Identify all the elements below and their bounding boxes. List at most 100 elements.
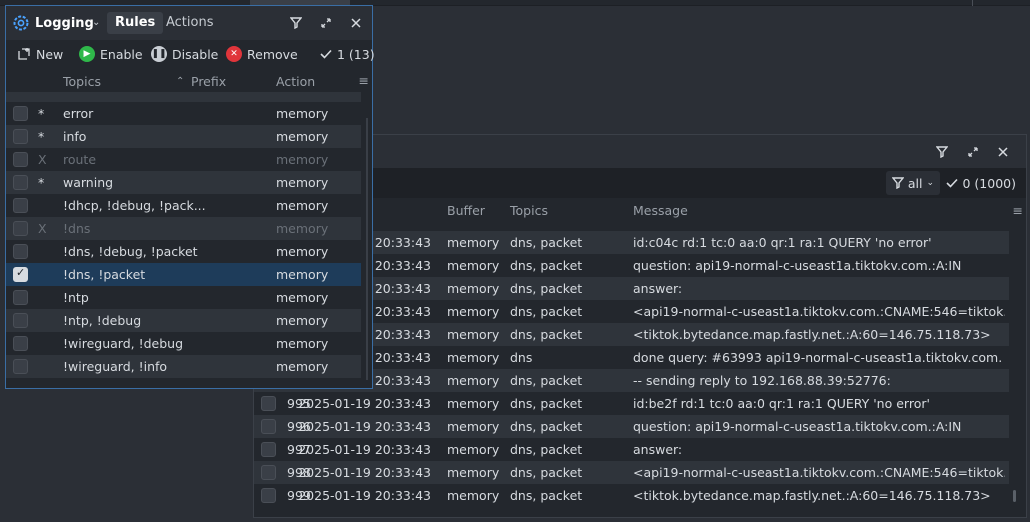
rule-row[interactable]: !wireguard, !info memory xyxy=(6,355,361,378)
disable-button[interactable]: ❚❚ Disable xyxy=(151,45,218,63)
row-buffer: memory xyxy=(447,304,500,319)
column-topics[interactable]: Topics xyxy=(63,74,101,89)
rules-toolbar: New ▶ Enable ❚❚ Disable ✕ Remove 1 (13) xyxy=(6,40,375,68)
table-row[interactable]: 996 2025-01-19 20:33:43 memory dns, packet q… xyxy=(254,415,1009,438)
row-checkbox[interactable] xyxy=(13,336,28,351)
row-topics: dns, packet xyxy=(510,304,583,319)
window-title: Logging xyxy=(35,16,94,31)
column-buffer[interactable]: Buffer xyxy=(447,203,485,218)
new-icon xyxy=(18,48,30,60)
row-checkbox[interactable] xyxy=(13,313,28,328)
rule-row[interactable]: !dns, !debug, !packet memory xyxy=(6,240,361,263)
rule-row[interactable]: !dhcp, !debug, !pack... memory xyxy=(6,194,361,217)
row-checkbox[interactable] xyxy=(13,359,28,374)
enable-button[interactable]: ▶ Enable xyxy=(79,45,143,63)
row-checkbox[interactable] xyxy=(13,129,28,144)
remove-button[interactable]: ✕ Remove xyxy=(226,45,298,63)
rule-row[interactable]: X !dns memory xyxy=(6,217,361,240)
chevron-down-icon[interactable]: ⌄ xyxy=(92,17,100,28)
log-scrollbar[interactable] xyxy=(1013,490,1016,502)
rules-window-titlebar[interactable]: Logging ⌄ Rules Actions xyxy=(6,6,372,40)
rule-row[interactable]: * warning memory xyxy=(6,171,361,194)
row-topics: dns, packet xyxy=(510,235,583,250)
table-row[interactable]: 999 2025-01-19 20:33:43 memory dns, packet <… xyxy=(254,484,1009,507)
column-menu-icon[interactable]: ≡ xyxy=(359,73,369,88)
restore-icon[interactable] xyxy=(316,13,336,33)
row-buffer: memory xyxy=(447,488,500,503)
rule-row[interactable]: !dns, !packet memory xyxy=(6,263,361,286)
row-checkbox[interactable] xyxy=(13,266,28,282)
filter-icon[interactable] xyxy=(286,13,306,33)
rule-topics: !ntp xyxy=(63,290,89,305)
row-message: id:be2f rd:1 tc:0 aa:0 qr:1 ra:1 QUERY '… xyxy=(633,396,930,411)
rule-status-mark: X xyxy=(38,221,47,236)
rule-topics: !dns xyxy=(63,221,91,236)
checkmark-icon xyxy=(945,178,958,188)
row-checkbox[interactable] xyxy=(13,198,28,213)
close-icon[interactable] xyxy=(346,13,366,33)
rule-row[interactable]: Xroute memory xyxy=(6,148,361,171)
rules-rows: * error memory * info memory Xroute memory * warn… xyxy=(6,102,361,378)
row-checkbox[interactable] xyxy=(13,221,28,236)
rule-row[interactable]: !wireguard, !debug memory xyxy=(6,332,361,355)
rules-count-value: 1 (13) xyxy=(337,46,375,62)
row-topics: dns, packet xyxy=(510,396,583,411)
rule-topics: error xyxy=(63,106,94,121)
rule-topics: route xyxy=(63,152,97,167)
table-row[interactable]: 997 2025-01-19 20:33:43 memory dns, packet a… xyxy=(254,438,1009,461)
column-prefix[interactable]: Prefix xyxy=(191,74,226,89)
row-time: 2025-01-19 20:33:43 xyxy=(298,419,431,434)
chevron-down-icon: ⌄ xyxy=(926,178,934,188)
row-buffer: memory xyxy=(447,373,500,388)
tab-actions[interactable]: Actions xyxy=(158,12,222,34)
column-menu-icon[interactable]: ≡ xyxy=(1013,203,1023,218)
row-buffer: memory xyxy=(447,281,500,296)
remove-label: Remove xyxy=(247,46,298,62)
rule-row[interactable]: * error memory xyxy=(6,102,361,125)
row-checkbox[interactable] xyxy=(13,152,28,167)
table-row[interactable]: 998 2025-01-19 20:33:43 memory dns, packet <… xyxy=(254,461,1009,484)
row-time: 2025-01-19 20:33:43 xyxy=(298,465,431,480)
column-topics[interactable]: Topics xyxy=(510,203,548,218)
rule-action: memory xyxy=(276,336,329,351)
close-icon[interactable] xyxy=(993,142,1013,162)
row-checkbox[interactable] xyxy=(261,488,276,503)
rule-action: memory xyxy=(276,175,329,190)
rule-topics: info xyxy=(63,129,87,144)
rule-action: memory xyxy=(276,290,329,305)
row-checkbox[interactable] xyxy=(261,419,276,434)
new-label: New xyxy=(36,46,64,62)
rule-row[interactable]: * info memory xyxy=(6,125,361,148)
row-topics: dns, packet xyxy=(510,258,583,273)
tab-rules[interactable]: Rules xyxy=(107,12,164,34)
table-row[interactable]: 995 2025-01-19 20:33:43 memory dns, packet i… xyxy=(254,392,1009,415)
rule-topics: !wireguard, !debug xyxy=(63,336,184,351)
column-message[interactable]: Message xyxy=(633,203,688,218)
restore-icon[interactable] xyxy=(963,142,983,162)
row-checkbox[interactable] xyxy=(13,244,28,259)
rule-row[interactable]: !ntp memory xyxy=(6,286,361,309)
log-count: 0 (1000) xyxy=(942,171,1021,195)
row-topics: dns, packet xyxy=(510,419,583,434)
topic-filter-dropdown[interactable]: all ⌄ xyxy=(885,171,940,195)
new-button[interactable]: New xyxy=(17,45,63,63)
row-message: question: api19-normal-c-useast1a.tiktok… xyxy=(633,258,962,273)
rules-scrollbar[interactable] xyxy=(366,118,368,380)
rule-action: memory xyxy=(276,313,329,328)
rule-topics: !dns, !debug, !packet xyxy=(63,244,198,259)
row-checkbox[interactable] xyxy=(261,396,276,411)
rule-action: memory xyxy=(276,198,329,213)
rule-row[interactable]: !ntp, !debug memory xyxy=(6,309,361,332)
sort-asc-icon: ⌃ xyxy=(176,76,185,87)
rule-action: memory xyxy=(276,267,329,282)
row-checkbox[interactable] xyxy=(261,465,276,480)
row-checkbox[interactable] xyxy=(13,290,28,305)
gear-icon xyxy=(13,15,29,31)
row-checkbox[interactable] xyxy=(13,175,28,190)
row-checkbox[interactable] xyxy=(13,106,28,121)
row-buffer: memory xyxy=(447,350,500,365)
row-checkbox[interactable] xyxy=(261,442,276,457)
column-action[interactable]: Action xyxy=(276,74,315,89)
filter-icon[interactable] xyxy=(932,142,952,162)
row-message: done query: #63993 api19-normal-c-useast… xyxy=(633,350,1005,365)
